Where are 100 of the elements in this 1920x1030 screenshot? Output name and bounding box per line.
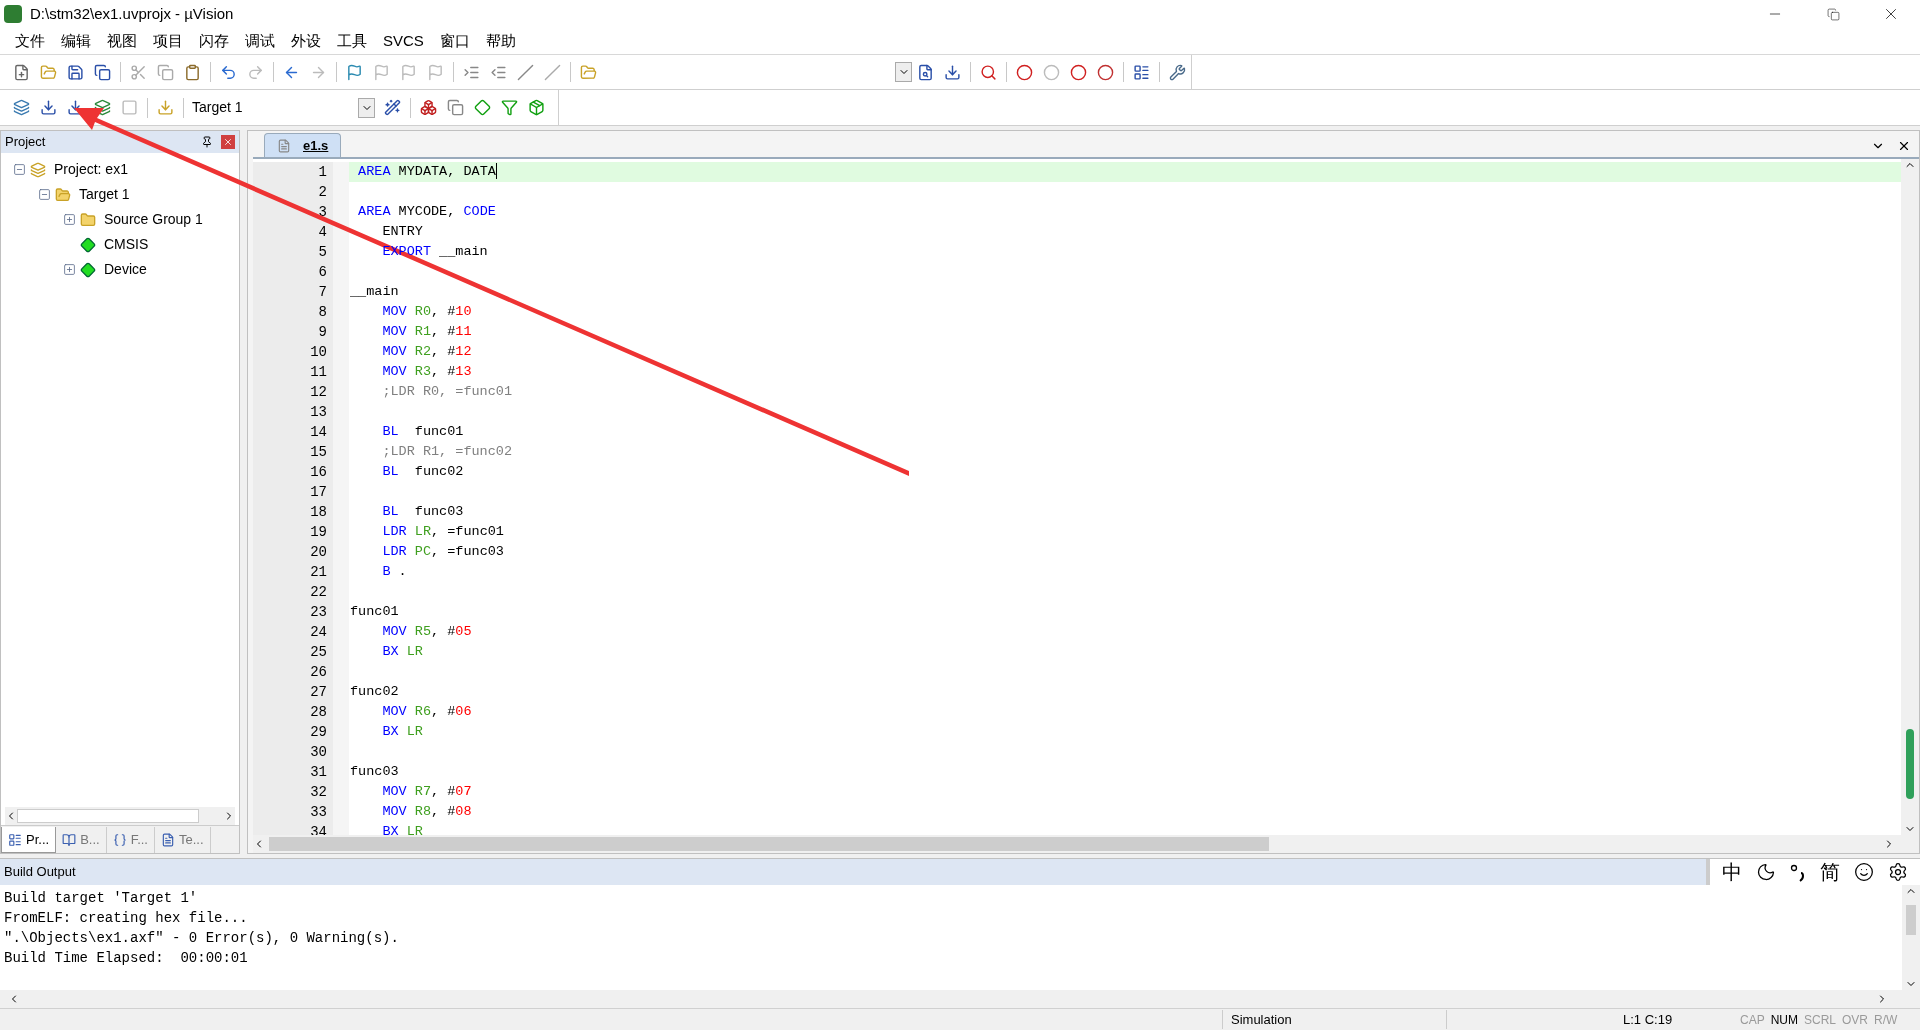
scroll-thumb[interactable] <box>269 837 1269 851</box>
line-number: 13 <box>253 402 349 422</box>
restore-icon[interactable] <box>1826 7 1840 21</box>
target-select[interactable]: Target 1 <box>188 95 358 120</box>
boxes-icon[interactable] <box>420 99 437 116</box>
line-number: 25 <box>253 642 349 662</box>
line-number: 15 <box>253 442 349 462</box>
cut-icon[interactable] <box>130 63 147 81</box>
menu-item[interactable]: 闪存 <box>192 29 236 53</box>
key-indicator: OVR <box>1842 1011 1869 1029</box>
input-mode[interactable]: 中 <box>1722 861 1742 883</box>
scroll-thumb[interactable] <box>17 809 199 823</box>
menu-item[interactable]: 文件 <box>8 29 52 53</box>
find-file-icon[interactable] <box>917 63 934 81</box>
component-icon[interactable] <box>474 99 491 116</box>
open-folder-icon[interactable] <box>40 63 57 81</box>
line-number: 11 <box>253 362 349 382</box>
panel-tab[interactable]: Pr... <box>1 827 57 853</box>
close-icon[interactable] <box>1897 139 1911 153</box>
line-number: 12 <box>253 382 349 402</box>
line-number: 31 <box>253 762 349 782</box>
tree-item[interactable]: Project: ex1 <box>54 159 128 180</box>
menu-item[interactable]: 帮助 <box>478 29 523 53</box>
menu-item[interactable]: 视图 <box>100 29 144 53</box>
flag-icon[interactable] <box>346 63 363 81</box>
slash-icon[interactable] <box>517 63 534 81</box>
line-number: 17 <box>253 482 349 502</box>
menu-item[interactable]: 调试 <box>238 29 282 53</box>
collapse-icon[interactable] <box>38 188 51 201</box>
line-number: 5 <box>253 242 349 262</box>
folder-icon <box>55 186 71 203</box>
panel-title: Project <box>5 133 47 152</box>
menu-item[interactable]: 项目 <box>146 29 190 53</box>
window-title: D:\stm32\ex1.uvprojx - µVision <box>30 3 234 24</box>
undo-icon[interactable] <box>220 63 237 81</box>
punctuation-icon[interactable] <box>1790 862 1806 882</box>
window-icon[interactable] <box>1133 63 1150 81</box>
breakpoint-icon[interactable] <box>1070 63 1087 81</box>
menu-item[interactable]: 工具 <box>330 29 374 53</box>
tree-item[interactable]: Device <box>104 259 147 280</box>
expand-icon[interactable] <box>63 213 76 226</box>
document-icon <box>277 138 291 153</box>
panel-tab[interactable]: Te... <box>155 827 211 853</box>
folder-icon <box>80 211 96 228</box>
menu-item[interactable]: SVCS <box>376 29 431 53</box>
line-number: 10 <box>253 342 349 362</box>
key-indicator: NUM <box>1770 1011 1798 1029</box>
package-icon[interactable] <box>528 99 545 116</box>
save-icon[interactable] <box>67 63 84 81</box>
tree-item[interactable]: CMSIS <box>104 234 149 255</box>
panel-tab[interactable]: F... <box>106 827 155 853</box>
copy-icon[interactable] <box>447 99 464 116</box>
folder-icon[interactable] <box>580 63 597 81</box>
code-line: LDR LR, =func01 <box>381 523 505 541</box>
new-file-icon[interactable] <box>13 63 30 81</box>
emoji-icon[interactable] <box>1854 862 1874 882</box>
line-number: 6 <box>253 262 349 282</box>
layers-icon[interactable] <box>13 99 30 116</box>
settings-icon[interactable] <box>1888 862 1908 882</box>
project-icon <box>30 161 46 178</box>
filter-icon[interactable] <box>501 99 518 116</box>
key-indicator: SCRL <box>1804 1011 1837 1029</box>
document-icon <box>161 833 175 847</box>
tree-item[interactable]: Source Group 1 <box>104 209 203 230</box>
slash-icon[interactable] <box>544 63 561 81</box>
moon-icon[interactable] <box>1756 862 1776 882</box>
line-number: 4 <box>253 222 349 242</box>
copy-icon[interactable] <box>157 63 174 81</box>
line-number: 21 <box>253 562 349 582</box>
line-number: 24 <box>253 622 349 642</box>
scroll-thumb[interactable] <box>1906 729 1914 799</box>
build-icon[interactable] <box>40 99 57 116</box>
save-all-icon[interactable] <box>94 63 111 81</box>
panel-tab[interactable]: B... <box>56 827 107 853</box>
breakpoint-icon[interactable] <box>1097 63 1114 81</box>
code-line: MOV R3, #13 <box>381 363 473 381</box>
code-line: ;LDR R1, =func02 <box>381 443 514 461</box>
code-line: LDR PC, =func03 <box>381 543 505 561</box>
line-number: 23 <box>253 602 349 622</box>
wand-icon[interactable] <box>384 99 401 116</box>
line-number: 9 <box>253 322 349 342</box>
code-line: BL func03 <box>381 503 465 521</box>
menu-item[interactable]: 编辑 <box>54 29 98 53</box>
tree-item[interactable]: Target 1 <box>79 184 130 205</box>
script-mode[interactable]: 简 <box>1820 861 1840 883</box>
file-tab[interactable]: e1.s <box>264 133 342 157</box>
code-line: BL func01 <box>381 423 465 441</box>
expand-icon[interactable] <box>63 263 76 276</box>
breakpoint-icon[interactable] <box>1016 63 1033 81</box>
paste-icon[interactable] <box>184 63 201 81</box>
download-icon[interactable] <box>944 63 961 81</box>
line-number: 16 <box>253 462 349 482</box>
text-cursor <box>495 163 497 180</box>
collapse-icon[interactable] <box>13 163 26 176</box>
scroll-thumb[interactable] <box>1906 905 1916 935</box>
pin-icon[interactable] <box>201 136 213 148</box>
menu-item[interactable]: 窗口 <box>432 29 477 53</box>
menu-item[interactable]: 外设 <box>284 29 328 53</box>
search-icon[interactable] <box>980 63 997 81</box>
code-line: AREA MYCODE, CODE <box>357 203 497 221</box>
